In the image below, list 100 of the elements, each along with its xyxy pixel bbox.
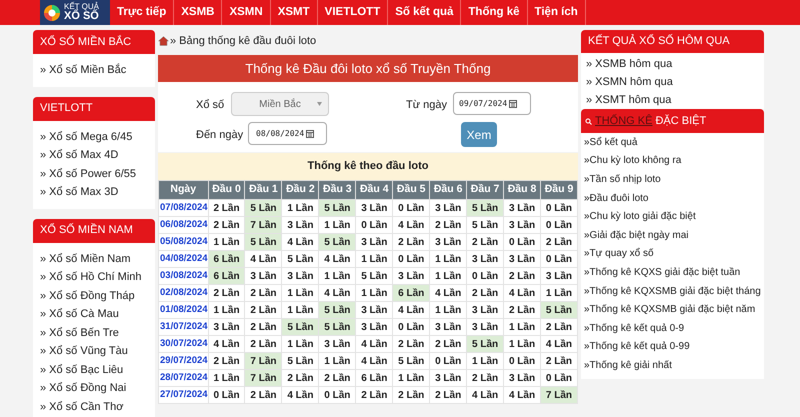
sidebar-link[interactable]: » Xổ số Hồ Chí Minh: [33, 268, 155, 286]
sidebar-link[interactable]: » Xổ số Mega 6/45: [33, 128, 155, 146]
table-cell: 3 Lần: [466, 318, 504, 336]
submit-button[interactable]: Xem: [461, 122, 497, 147]
sidebar-link[interactable]: »Chu kỳ loto giải đặc biệt: [581, 207, 764, 226]
nav-link[interactable]: Tiện ích: [528, 0, 586, 25]
lottery-select[interactable]: Miền Bắc: [231, 92, 329, 116]
table-cell: 5 Lần: [282, 352, 319, 370]
table-cell: 1 Lần: [430, 250, 467, 268]
sidebar-link[interactable]: » Xổ số Vũng Tàu: [33, 342, 155, 360]
field-label: Từ ngày: [406, 98, 447, 113]
sidebar-link[interactable]: » Xổ số Bạc Liêu: [33, 360, 155, 379]
table-cell: 0 Lần: [430, 352, 467, 370]
nav-link[interactable]: XSMN: [222, 0, 271, 25]
sidebar-link[interactable]: »Đầu đuôi loto: [581, 188, 764, 208]
table-cell: 6 Lần: [356, 370, 393, 386]
table-cell: 2 Lần: [504, 268, 540, 284]
sidebar-link[interactable]: »Sổ kết quả: [581, 133, 764, 152]
table-cell: 4 Lần: [282, 386, 319, 404]
sidebar-link[interactable]: »Thống kê KQXS giải đặc biệt tuần: [581, 263, 764, 282]
table-cell: 0 Lần: [504, 234, 540, 250]
sidebar-link[interactable]: » Xổ số Cà Mau: [33, 305, 155, 324]
table-cell: 1 Lần: [392, 370, 430, 386]
table-cell: 5 Lần: [244, 234, 282, 250]
table-cell: 2 Lần: [244, 336, 282, 352]
table-cell: 6 Lần: [208, 268, 245, 284]
table-cell: 2 Lần: [466, 370, 504, 386]
sidebar-link[interactable]: »Thống kê kết quả 0-99: [581, 338, 764, 356]
table-cell: 5 Lần: [466, 336, 504, 352]
table-cell: 3 Lần: [504, 200, 540, 216]
date-link[interactable]: 01/08/2024: [158, 302, 208, 318]
section-header: XỔ SỐ MIỀN BẮC: [33, 30, 155, 54]
table-cell: 3 Lần: [466, 302, 504, 318]
table-cell: 2 Lần: [356, 386, 393, 404]
nav-link[interactable]: Thống kê: [461, 0, 528, 25]
table-cell: 3 Lần: [356, 200, 393, 216]
section-header: XỔ SỐ MIỀN NAM: [33, 218, 155, 242]
table-cell: 1 Lần: [318, 268, 356, 284]
date-link[interactable]: 03/08/2024: [158, 268, 208, 284]
sidebar-link[interactable]: » Xổ số Power 6/55: [33, 164, 155, 183]
sidebar-link[interactable]: »Chu kỳ loto không ra: [581, 152, 764, 170]
table-cell: 3 Lần: [466, 250, 504, 268]
table-cell: 6 Lần: [208, 250, 245, 268]
table-cell: 2 Lần: [540, 234, 578, 250]
date-link[interactable]: 30/07/2024: [158, 336, 208, 352]
date-link[interactable]: 05/08/2024: [158, 234, 208, 250]
sidebar-link[interactable]: »Thống kê giải nhất: [581, 356, 764, 375]
caret-icon: [317, 102, 322, 106]
sidebar-link[interactable]: » XSMB hôm qua: [581, 55, 764, 73]
sidebar-link[interactable]: » Xổ số Bến Tre: [33, 324, 155, 342]
date-link[interactable]: 02/08/2024: [158, 284, 208, 302]
sidebar-link[interactable]: »Thống kê kết quả 0-9: [581, 318, 764, 338]
sidebar-link[interactable]: »Thống kê KQXSMB giải đặc biệt năm: [581, 300, 764, 319]
section-header: VIETLOTT: [33, 96, 155, 120]
sidebar-link[interactable]: » Xổ số Max 4D: [33, 146, 155, 164]
sidebar-link[interactable]: » Xổ số Miền Nam: [33, 250, 155, 268]
table-cell: 5 Lần: [466, 200, 504, 216]
sidebar-link[interactable]: » Xổ số Max 3D: [33, 183, 155, 202]
sidebar-link[interactable]: » Xổ số Cần Thơ: [33, 398, 155, 416]
date-link[interactable]: 29/07/2024: [158, 352, 208, 370]
nav-link[interactable]: Số kết quả: [388, 0, 462, 25]
sidebar-link[interactable]: »Thống kê KQXSMB giải đặc biệt tháng: [581, 282, 764, 300]
date-link[interactable]: 27/07/2024: [158, 386, 208, 404]
table-cell: 2 Lần: [540, 352, 578, 370]
table-cell: 2 Lần: [504, 302, 540, 318]
table-cell: 1 Lần: [504, 336, 540, 352]
table-cell: 3 Lần: [392, 268, 430, 284]
table-cell: 2 Lần: [318, 370, 356, 386]
site-logo[interactable]: KẾT QUẢ XỔ SỐ: [40, 0, 110, 25]
date-link[interactable]: 04/08/2024: [158, 250, 208, 268]
table-cell: 5 Lần: [318, 318, 356, 336]
date-link[interactable]: 31/07/2024: [158, 318, 208, 336]
nav-link[interactable]: Trực tiếp: [110, 0, 174, 25]
table-cell: 0 Lần: [466, 268, 504, 284]
table-cell: 2 Lần: [244, 284, 282, 302]
date-link[interactable]: 06/08/2024: [158, 216, 208, 234]
date-link[interactable]: 28/07/2024: [158, 370, 208, 386]
sidebar-link[interactable]: » XSMT hôm qua: [581, 91, 764, 109]
sidebar-link[interactable]: » Xổ số Đồng Nai: [33, 379, 155, 398]
nav-link[interactable]: VIETLOTT: [318, 0, 388, 25]
sidebar-link[interactable]: » Xổ số Đồng Tháp: [33, 286, 155, 305]
table-cell: 5 Lần: [244, 200, 282, 216]
from-date-field[interactable]: 09/07/2024: [453, 92, 531, 115]
table-cell: 1 Lần: [430, 268, 467, 284]
sidebar-link[interactable]: »Tần số nhịp loto: [581, 170, 764, 189]
home-icon[interactable]: [158, 36, 169, 46]
sidebar-link[interactable]: »Giải đặc biệt ngày mai: [581, 226, 764, 245]
date-link[interactable]: 07/08/2024: [158, 200, 208, 216]
to-date-field[interactable]: 08/08/2024: [248, 122, 327, 145]
nav-link[interactable]: XSMT: [270, 0, 318, 25]
nav-link[interactable]: XSMB: [174, 0, 222, 25]
calendar-icon: [306, 130, 314, 138]
table-cell: 3 Lần: [430, 200, 467, 216]
table-cell: 3 Lần: [504, 370, 540, 386]
sidebar-link[interactable]: » XSMN hôm qua: [581, 73, 764, 91]
table-cell: 3 Lần: [356, 318, 393, 336]
table-cell: 7 Lần: [244, 352, 282, 370]
table-cell: 7 Lần: [244, 370, 282, 386]
table-cell: 2 Lần: [282, 370, 319, 386]
sidebar-link[interactable]: »Tự quay xổ số: [581, 244, 764, 264]
